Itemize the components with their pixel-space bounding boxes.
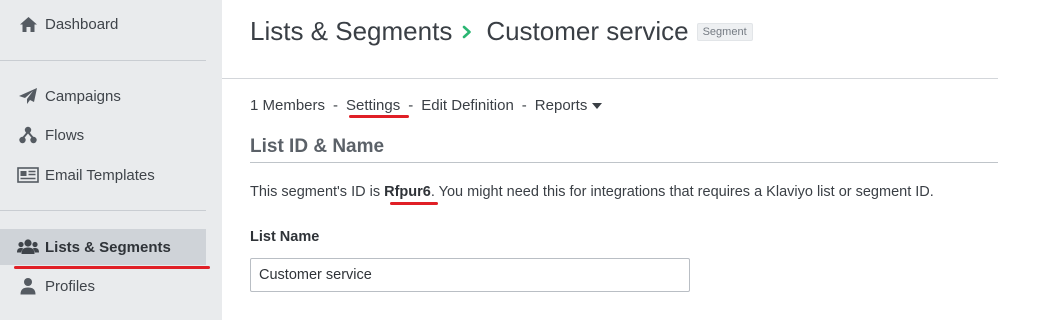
reports-dropdown[interactable]: Reports — [535, 97, 603, 114]
sidebar-item-dashboard[interactable]: Dashboard — [0, 6, 206, 42]
members-link[interactable]: 1 Members — [250, 97, 325, 114]
main-content: Lists & Segments Customer service Segmen… — [222, 0, 1056, 320]
settings-link[interactable]: Settings — [346, 97, 400, 114]
header-divider — [222, 78, 998, 79]
sidebar-item-email-templates[interactable]: Email Templates — [0, 157, 206, 193]
list-name-label: List Name — [250, 229, 320, 245]
chevron-right-icon — [462, 20, 476, 44]
sidebar-divider — [0, 210, 206, 211]
page-title-text: Customer service — [486, 16, 689, 46]
list-name-input[interactable] — [250, 258, 690, 292]
newspaper-icon — [17, 164, 39, 186]
breadcrumb-parent[interactable]: Lists & Segments — [250, 16, 452, 47]
page-title: Lists & Segments Customer service Segmen… — [250, 16, 753, 47]
users-icon — [17, 236, 39, 258]
section-title: List ID & Name — [250, 136, 385, 157]
reports-label: Reports — [534, 97, 588, 114]
desc-suffix: . You might need this for integrations t… — [430, 184, 934, 200]
sidebar-item-flows[interactable]: Flows — [0, 117, 206, 153]
sidebar-item-campaigns[interactable]: Campaigns — [0, 78, 206, 114]
paper-plane-icon — [17, 85, 39, 107]
subnav-separator: - — [333, 97, 339, 114]
sidebar-item-lists-segments[interactable]: Lists & Segments — [0, 229, 206, 265]
flows-icon — [17, 124, 39, 146]
sidebar-item-label: Lists & Segments — [45, 238, 171, 256]
sidebar: Dashboard Campaigns Flows Email Template… — [0, 0, 222, 320]
subnav-separator: - — [408, 97, 414, 114]
sidebar-divider — [0, 60, 206, 61]
desc-prefix: This segment's ID is — [250, 184, 385, 200]
sidebar-item-profiles[interactable]: Profiles — [0, 268, 206, 304]
segment-id: Rfpur6 — [384, 184, 431, 200]
section-divider — [250, 162, 998, 163]
sidebar-item-label: Profiles — [45, 277, 96, 295]
segment-id-description: This segment's ID is Rfpur6. You might n… — [250, 184, 934, 200]
edit-definition-link[interactable]: Edit Definition — [421, 97, 514, 114]
sidebar-item-label: Email Templates — [45, 166, 155, 184]
highlight-underline — [349, 115, 409, 118]
subnav-separator: - — [521, 97, 527, 114]
sidebar-item-label: Dashboard — [45, 15, 119, 33]
subnav: 1 Members - Settings - Edit Definition -… — [250, 97, 603, 114]
home-icon — [17, 13, 39, 35]
segment-badge: Segment — [696, 22, 753, 41]
sidebar-item-label: Campaigns — [45, 87, 121, 105]
highlight-underline — [390, 202, 438, 205]
user-icon — [17, 275, 39, 297]
caret-down-icon — [592, 103, 603, 110]
sidebar-item-label: Flows — [45, 126, 85, 144]
